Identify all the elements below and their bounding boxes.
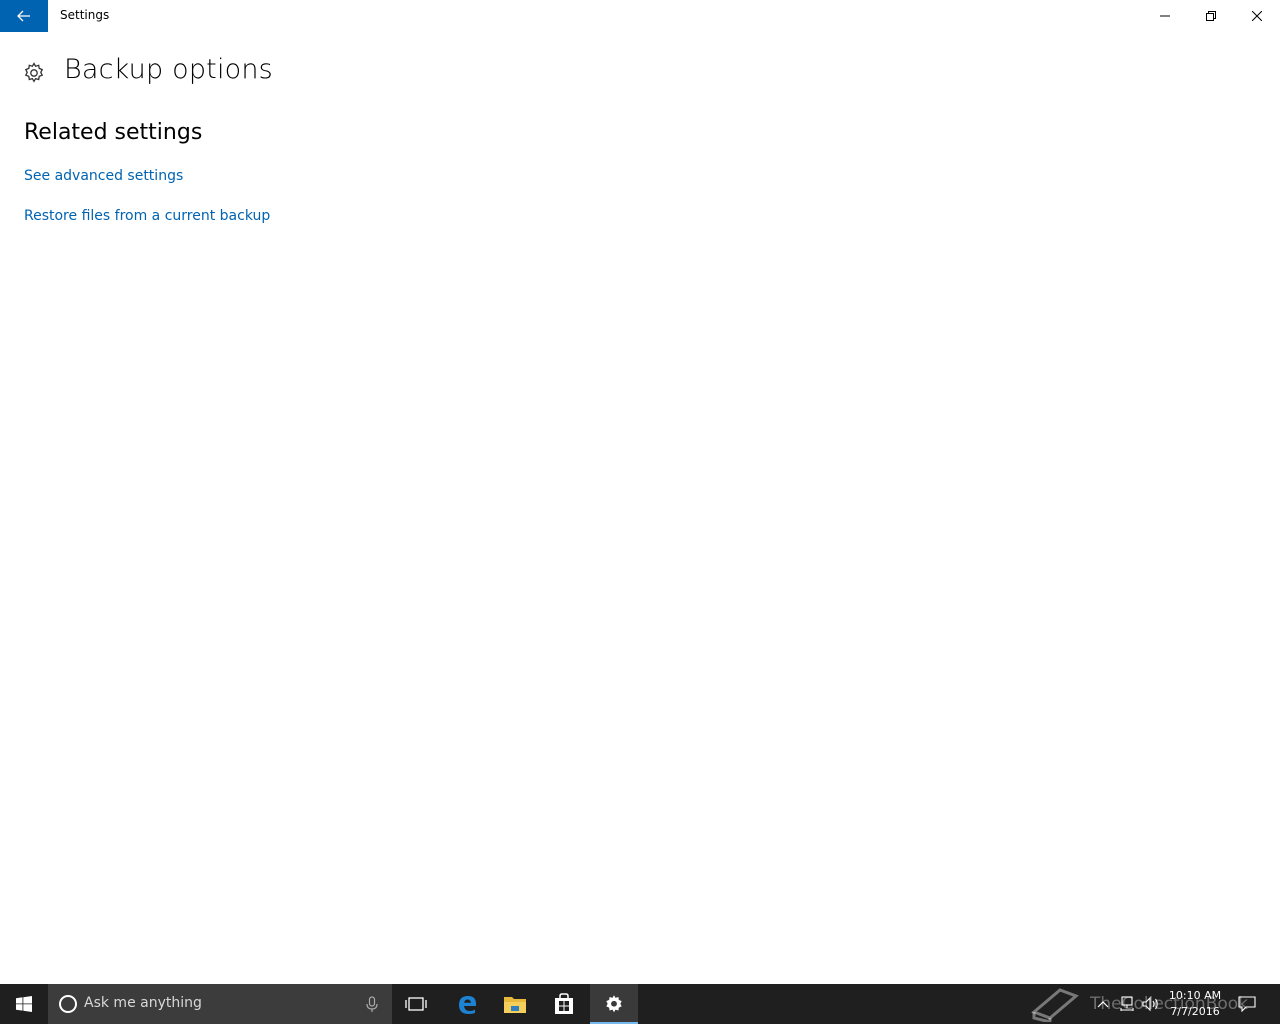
book-icon <box>1031 988 1079 1022</box>
back-button[interactable] <box>0 0 48 32</box>
chevron-up-icon <box>1097 1001 1109 1008</box>
network-button[interactable] <box>1116 984 1138 1024</box>
related-settings-heading: Related settings <box>24 120 203 145</box>
title-bar: Settings <box>0 0 1280 32</box>
see-advanced-settings-link[interactable]: See advanced settings <box>24 168 183 184</box>
search-placeholder: Ask me anything <box>84 995 202 1011</box>
cortana-icon <box>59 995 77 1013</box>
windows-logo-icon <box>16 996 32 1012</box>
microphone-icon[interactable] <box>362 994 382 1014</box>
store-icon <box>555 993 573 1014</box>
restore-icon <box>1206 11 1216 21</box>
gear-icon <box>24 62 44 83</box>
clock[interactable]: 10:10 AM 7/7/2016 <box>1166 988 1224 1020</box>
page-title: Backup options <box>64 54 273 85</box>
taskbar: Ask me anything TheCollectionBook 10:10 … <box>0 984 1280 1024</box>
clock-time: 10:10 AM <box>1168 989 1222 1002</box>
file-explorer-button[interactable] <box>491 984 539 1024</box>
clock-date: 7/7/2016 <box>1170 1005 1220 1018</box>
minimize-button[interactable] <box>1142 0 1188 32</box>
notification-icon <box>1238 996 1256 1012</box>
folder-icon <box>504 997 526 1013</box>
start-button[interactable] <box>0 984 48 1024</box>
store-button[interactable] <box>540 984 588 1024</box>
action-center-button[interactable] <box>1234 984 1260 1024</box>
task-view-button[interactable] <box>392 984 440 1024</box>
settings-icon <box>606 995 622 1013</box>
edge-button[interactable] <box>443 984 491 1024</box>
window-title: Settings <box>60 8 110 22</box>
task-view-icon <box>405 997 427 1011</box>
minimize-icon <box>1160 15 1170 17</box>
close-icon <box>1252 11 1262 21</box>
show-hidden-icons-button[interactable] <box>1092 984 1114 1024</box>
close-button[interactable] <box>1234 0 1280 32</box>
restore-button[interactable] <box>1188 0 1234 32</box>
volume-button[interactable] <box>1140 984 1162 1024</box>
volume-icon <box>1142 996 1158 1012</box>
search-box[interactable]: Ask me anything <box>48 984 392 1024</box>
edge-icon <box>459 996 476 1014</box>
settings-taskbar-button[interactable] <box>590 984 638 1024</box>
network-icon <box>1120 996 1134 1011</box>
restore-files-link[interactable]: Restore files from a current backup <box>24 208 270 224</box>
back-arrow-icon <box>17 10 30 22</box>
